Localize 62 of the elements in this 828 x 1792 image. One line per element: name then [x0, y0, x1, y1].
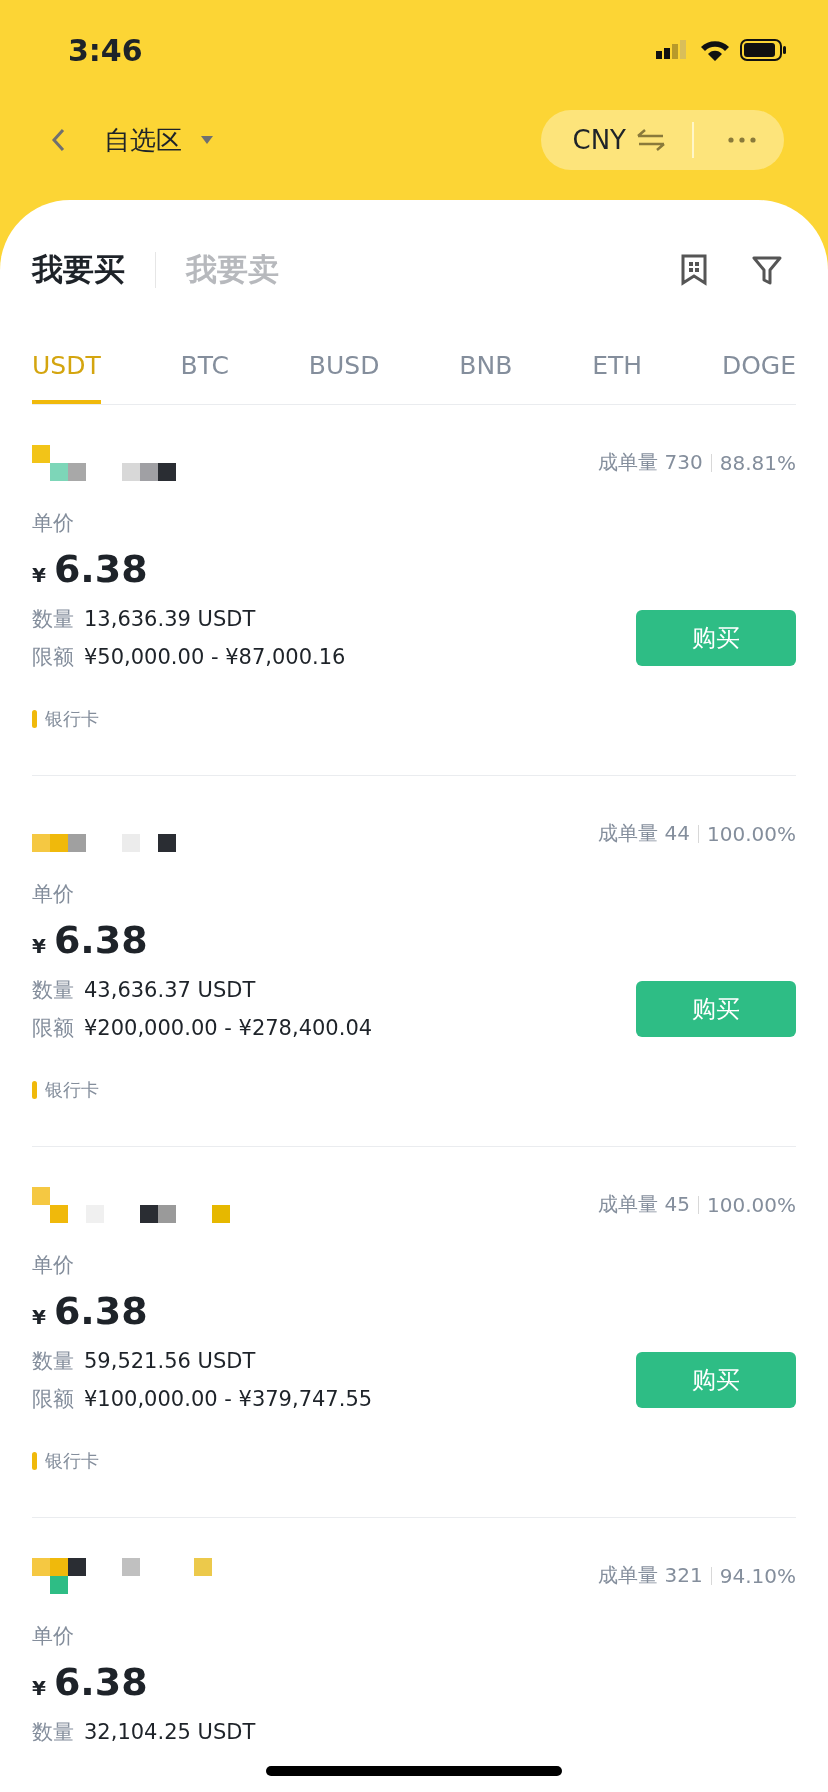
completion-rate: 88.81%: [719, 450, 796, 475]
payment-method: 银行卡: [45, 707, 99, 731]
quantity-value: 59,521.56 USDT: [84, 1349, 256, 1373]
price-value: 6.38: [53, 547, 148, 591]
completion-rate: 94.10%: [719, 1563, 796, 1588]
status-time: 3:46: [68, 32, 143, 68]
quantity-label: 数量: [32, 977, 74, 1004]
coin-tab[interactable]: ETH: [592, 340, 643, 404]
price-value: 6.38: [53, 918, 148, 962]
caret-icon[interactable]: [200, 135, 214, 145]
coin-tab[interactable]: BNB: [459, 340, 513, 404]
limit-value: ¥50,000.00 - ¥87,000.16: [84, 645, 346, 669]
limit-value: ¥100,000.00 - ¥379,747.55: [84, 1387, 373, 1411]
currency-symbol: ¥: [32, 1305, 46, 1329]
more-icon[interactable]: [728, 137, 756, 143]
wifi-icon: [700, 39, 730, 61]
buy-button[interactable]: 购买: [636, 1352, 796, 1408]
price-label: 单价: [32, 1623, 75, 1650]
battery-icon: [740, 39, 786, 61]
coin-tab[interactable]: USDT: [32, 340, 101, 404]
payment-method: 银行卡: [45, 1449, 99, 1473]
payment-marker-icon: [32, 1081, 37, 1099]
price-label: 单价: [32, 510, 75, 537]
payment-marker-icon: [32, 710, 37, 728]
currency-button[interactable]: CNY: [572, 125, 626, 155]
payment-marker-icon: [32, 1452, 37, 1470]
payment-method: 银行卡: [45, 1078, 99, 1102]
buy-button[interactable]: 购买: [636, 981, 796, 1037]
swap-icon[interactable]: [636, 129, 666, 151]
page-title[interactable]: 自选区: [104, 122, 182, 158]
orders-count: 成单量 730: [598, 449, 703, 476]
quantity-label: 数量: [32, 1348, 74, 1375]
coin-tab[interactable]: BUSD: [308, 340, 380, 404]
coin-tab[interactable]: DOGE: [721, 340, 796, 404]
limit-label: 限额: [32, 1015, 74, 1042]
orders-count: 成单量 321: [598, 1562, 703, 1589]
quantity-value: 32,104.25 USDT: [84, 1720, 256, 1744]
orders-count: 成单量 45: [598, 1191, 690, 1218]
quantity-value: 43,636.37 USDT: [84, 978, 256, 1002]
quantity-label: 数量: [32, 606, 74, 633]
limit-label: 限额: [32, 1386, 74, 1413]
currency-symbol: ¥: [32, 563, 46, 587]
price-label: 单价: [32, 1252, 75, 1279]
filter-icon[interactable]: [752, 255, 782, 285]
price-value: 6.38: [53, 1289, 148, 1333]
receipt-icon[interactable]: [680, 254, 708, 286]
coin-tab[interactable]: BTC: [180, 340, 229, 404]
price-label: 单价: [32, 881, 75, 908]
buy-button[interactable]: 购买: [636, 610, 796, 666]
completion-rate: 100.00%: [707, 1192, 796, 1217]
orders-count: 成单量 44: [598, 820, 690, 847]
price-value: 6.38: [53, 1660, 148, 1704]
limit-label: 限额: [32, 644, 74, 671]
trade-tab[interactable]: 我要卖: [186, 249, 279, 291]
quantity-label: 数量: [32, 1719, 74, 1746]
quantity-value: 13,636.39 USDT: [84, 607, 256, 631]
currency-symbol: ¥: [32, 934, 46, 958]
back-button[interactable]: [50, 127, 66, 153]
currency-symbol: ¥: [32, 1676, 46, 1700]
trade-tab[interactable]: 我要买: [32, 249, 125, 291]
completion-rate: 100.00%: [707, 821, 796, 846]
limit-value: ¥200,000.00 - ¥278,400.04: [84, 1016, 373, 1040]
